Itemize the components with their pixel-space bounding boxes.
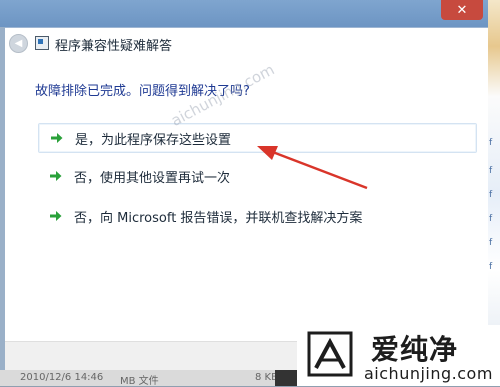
dialog-title: 程序兼容性疑难解答: [55, 39, 173, 54]
site-logo: 爱纯净 aichunjing.com: [297, 325, 500, 386]
logo-main-text: 爱纯净: [371, 333, 459, 366]
green-arrow-icon: [49, 131, 63, 145]
troubleshooter-dialog: ◀ 程序兼容性疑难解答 故障排除已完成。问题得到解决了吗? 是，为此程序保存这些…: [5, 27, 488, 372]
dialog-header: ◀ 程序兼容性疑难解答: [5, 28, 488, 60]
option-label: 是，为此程序保存这些设置: [75, 132, 232, 148]
status-type: MB 文件: [120, 376, 159, 387]
back-button[interactable]: ◀: [9, 34, 28, 53]
close-icon: ✕: [456, 2, 468, 18]
option-label: 否，向 Microsoft 报告错误，并联机查找解决方案: [74, 210, 363, 226]
option-report-error[interactable]: 否，向 Microsoft 报告错误，并联机查找解决方案: [38, 202, 475, 230]
option-save-settings[interactable]: 是，为此程序保存这些设置: [38, 123, 477, 153]
logo-mark-icon: [307, 331, 353, 377]
status-date: 2010/12/6 14:46: [20, 372, 104, 383]
window-titlebar: ✕: [0, 0, 488, 27]
green-arrow-icon: [48, 209, 62, 223]
logo-sub-text: aichunjing.com: [364, 364, 493, 383]
close-button[interactable]: ✕: [441, 0, 483, 20]
option-try-again[interactable]: 否，使用其他设置再试一次: [38, 162, 475, 190]
back-arrow-icon: ◀: [14, 37, 23, 49]
green-arrow-icon: [48, 169, 62, 183]
option-label: 否，使用其他设置再试一次: [74, 170, 231, 186]
app-icon: [35, 36, 49, 50]
